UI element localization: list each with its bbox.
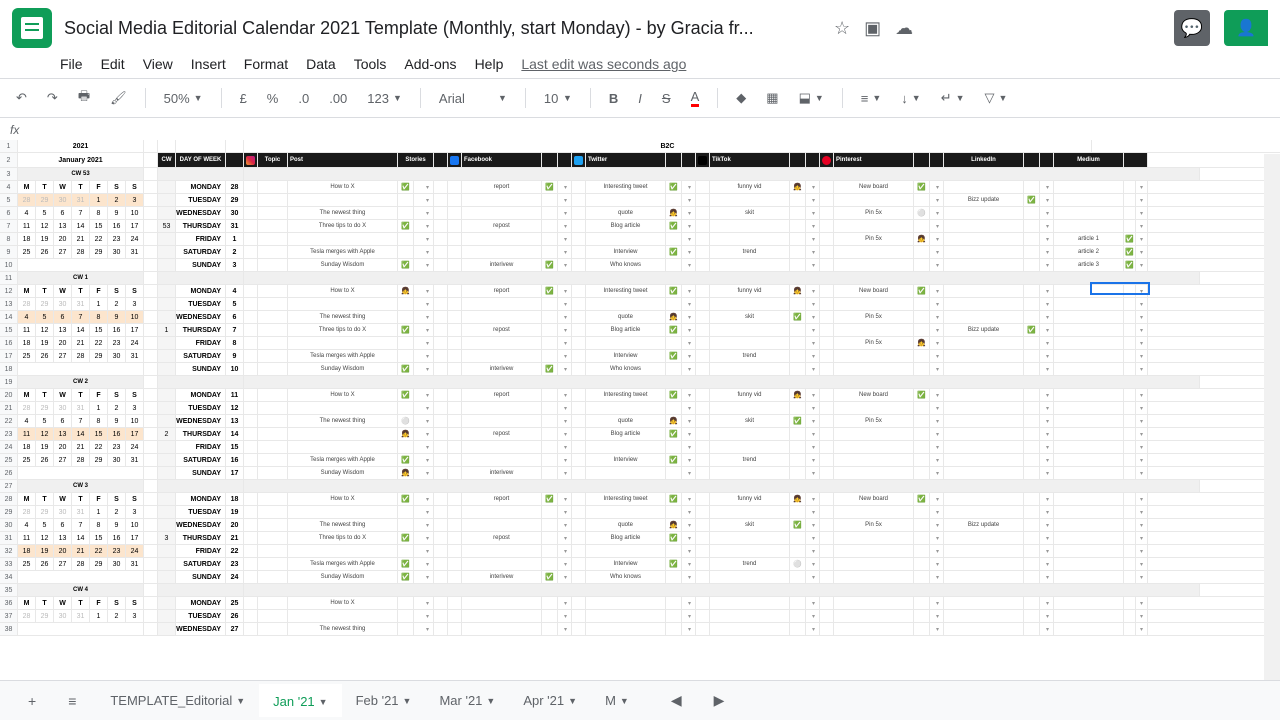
decimal-dec-icon[interactable]: .0 (292, 87, 315, 110)
schedule-row[interactable]: 2928293031123 TUESDAY19 ▾ ▾ ▾ ▾ ▾ ▾ ▾ (0, 506, 1280, 519)
schedule-row[interactable]: 18 SUNDAY10 Sunday Wisdom✅▾ interivew✅▾ … (0, 363, 1280, 376)
schedule-row[interactable]: 28MTWTFSS MONDAY18 How to X✅▾ report✅▾ I… (0, 493, 1280, 506)
sheet-tab[interactable]: Jan '21 ▼ (259, 684, 341, 717)
schedule-row[interactable]: 20MTWTFSS MONDAY11 How to X✅▾ report▾ In… (0, 389, 1280, 402)
text-color-icon[interactable]: A (685, 85, 706, 111)
menu-help[interactable]: Help (475, 56, 504, 72)
share-button[interactable]: 👤 (1224, 10, 1268, 46)
schedule-row[interactable]: 1725262728293031 SATURDAY9 Tesla merges … (0, 350, 1280, 363)
schedule-row[interactable]: 1328293031123 TUESDAY5 ▾ ▾ ▾ ▾ ▾ ▾ ▾ (0, 298, 1280, 311)
zoom-select[interactable]: 50%▼ (158, 87, 209, 110)
all-sheets-button[interactable]: ≡ (56, 685, 88, 717)
menu-data[interactable]: Data (306, 56, 336, 72)
currency-icon[interactable]: £ (234, 87, 253, 110)
print-icon[interactable]: 🖶 (72, 83, 96, 113)
schedule-row[interactable]: 818192021222324 FRIDAY1 ▾ ▾ ▾ ▾ Pin 5x👧▾… (0, 233, 1280, 246)
schedule-row[interactable]: 2128293031123 TUESDAY12 ▾ ▾ ▾ ▾ ▾ ▾ ▾ (0, 402, 1280, 415)
paint-format-icon[interactable]: 🖌 (104, 86, 133, 110)
schedule-row[interactable]: 3218192021222324 FRIDAY22 ▾ ▾ ▾ ▾ ▾ ▾ ▾ (0, 545, 1280, 558)
last-edit-link[interactable]: Last edit was seconds ago (521, 56, 686, 72)
schedule-row[interactable]: 645678910 WEDNESDAY30 The newest thing▾ … (0, 207, 1280, 220)
schedule-row[interactable]: 3045678910 WEDNESDAY20 The newest thing▾… (0, 519, 1280, 532)
comments-icon[interactable]: 💬 (1174, 10, 1210, 46)
schedule-row[interactable]: 2525262728293031 SATURDAY16 Tesla merges… (0, 454, 1280, 467)
decimal-inc-icon[interactable]: .00 (323, 87, 353, 110)
schedule-row[interactable]: 4MTWTFSS MONDAY28 How to X✅▾ report✅▾ In… (0, 181, 1280, 194)
strike-icon[interactable]: S (656, 87, 677, 110)
menu-file[interactable]: File (60, 56, 83, 72)
sheet-tab[interactable]: Mar '21 ▼ (425, 684, 509, 717)
sheet-tab[interactable]: Feb '21 ▼ (342, 684, 426, 717)
active-cell-indicator (1090, 282, 1150, 295)
cloud-icon[interactable]: ☁ (895, 18, 913, 39)
schedule-row[interactable]: 711121314151617 53THURSDAY31 Three tips … (0, 220, 1280, 233)
rotate-icon[interactable]: ▽▼ (979, 86, 1014, 110)
schedule-row[interactable]: 2245678910 WEDNESDAY13 The newest thing⚪… (0, 415, 1280, 428)
sheets-logo-icon[interactable] (12, 8, 52, 48)
spreadsheet-grid[interactable]: 12021B2C2January 2021 CWDAY OF WEEK Topi… (0, 140, 1280, 680)
sheet-tab[interactable]: TEMPLATE_Editorial ▼ (96, 684, 259, 717)
schedule-row[interactable]: 38 WEDNESDAY27 The newest thing▾ ▾ ▾ ▾ ▾… (0, 623, 1280, 636)
schedule-row[interactable]: 36MTWTFSS MONDAY25 How to X▾ ▾ ▾ ▾ ▾ ▾ ▾ (0, 597, 1280, 610)
sheet-tab[interactable]: M ▼ (591, 684, 643, 717)
vertical-scrollbar[interactable] (1264, 154, 1280, 680)
title-bar: Social Media Editorial Calendar 2021 Tem… (0, 0, 1280, 56)
toolbar: ↶ ↷ 🖶 🖌 50%▼ £ % .0 .00 123▼ Arial▼ 10▼ … (0, 78, 1280, 118)
star-icon[interactable]: ☆ (834, 18, 850, 39)
font-size-select[interactable]: 10▼ (538, 87, 578, 110)
menu-tools[interactable]: Tools (354, 56, 387, 72)
menu-bar: File Edit View Insert Format Data Tools … (0, 56, 1280, 78)
schedule-row[interactable]: 3325262728293031 SATURDAY23 Tesla merges… (0, 558, 1280, 571)
merge-icon[interactable]: ⬓▼ (793, 86, 830, 110)
bold-icon[interactable]: B (603, 87, 624, 110)
move-icon[interactable]: ▣ (864, 18, 881, 39)
schedule-row[interactable]: 10 SUNDAY3 Sunday Wisdom✅▾ interivew✅▾ W… (0, 259, 1280, 272)
halign-icon[interactable]: ≡▼ (855, 87, 888, 110)
add-sheet-button[interactable]: + (16, 685, 48, 717)
valign-icon[interactable]: ↓▼ (895, 87, 926, 110)
schedule-row[interactable]: 34 SUNDAY24 Sunday Wisdom✅▾ interivew✅▾ … (0, 571, 1280, 584)
schedule-row[interactable]: 3728293031123 TUESDAY26 ▾ ▾ ▾ ▾ ▾ ▾ ▾ (0, 610, 1280, 623)
wrap-icon[interactable]: ↵▼ (935, 86, 971, 110)
schedule-row[interactable]: 528293031123 TUESDAY29 ▾ ▾ ▾ ▾ ▾ Bizz up… (0, 194, 1280, 207)
menu-view[interactable]: View (143, 56, 173, 72)
document-title[interactable]: Social Media Editorial Calendar 2021 Tem… (64, 18, 824, 39)
schedule-row[interactable]: 1445678910 WEDNESDAY6 The newest thing▾ … (0, 311, 1280, 324)
menu-format[interactable]: Format (244, 56, 288, 72)
schedule-row[interactable]: 2418192021222324 FRIDAY15 ▾ ▾ ▾ ▾ ▾ ▾ ▾ (0, 441, 1280, 454)
formula-bar: fx (0, 118, 1280, 142)
schedule-row[interactable]: 2311121314151617 2THURSDAY14 👧▾ repost▾ … (0, 428, 1280, 441)
format-more-icon[interactable]: 123▼ (361, 87, 408, 110)
menu-addons[interactable]: Add-ons (404, 56, 456, 72)
schedule-row[interactable]: 925262728293031 SATURDAY2 Tesla merges w… (0, 246, 1280, 259)
schedule-row[interactable]: 26 SUNDAY17 Sunday Wisdom👧▾ interivew▾ ▾… (0, 467, 1280, 480)
scroll-right-button[interactable]: ▶ (702, 684, 737, 717)
fill-color-icon[interactable]: ◆ (730, 86, 752, 110)
schedule-row[interactable]: 12MTWTFSS MONDAY4 How to X👧▾ report✅▾ In… (0, 285, 1280, 298)
redo-icon[interactable]: ↷ (41, 86, 64, 110)
schedule-row[interactable]: 1511121314151617 1THURSDAY7 Three tips t… (0, 324, 1280, 337)
percent-icon[interactable]: % (261, 87, 285, 110)
sheet-tabs-bar: + ≡ TEMPLATE_Editorial ▼Jan '21 ▼Feb '21… (0, 680, 1280, 720)
scroll-left-button[interactable]: ◀ (659, 684, 694, 717)
borders-icon[interactable]: ▦ (760, 86, 784, 110)
menu-edit[interactable]: Edit (101, 56, 125, 72)
undo-icon[interactable]: ↶ (10, 86, 33, 110)
formula-input[interactable] (39, 123, 1270, 137)
font-select[interactable]: Arial▼ (433, 87, 513, 110)
schedule-row[interactable]: 1618192021222324 FRIDAY8 ▾ ▾ ▾ ▾ Pin 5x👧… (0, 337, 1280, 350)
menu-insert[interactable]: Insert (191, 56, 226, 72)
italic-icon[interactable]: I (632, 87, 648, 110)
fx-label: fx (10, 123, 19, 137)
schedule-row[interactable]: 3111121314151617 3THURSDAY21 Three tips … (0, 532, 1280, 545)
sheet-tab[interactable]: Apr '21 ▼ (509, 684, 591, 717)
